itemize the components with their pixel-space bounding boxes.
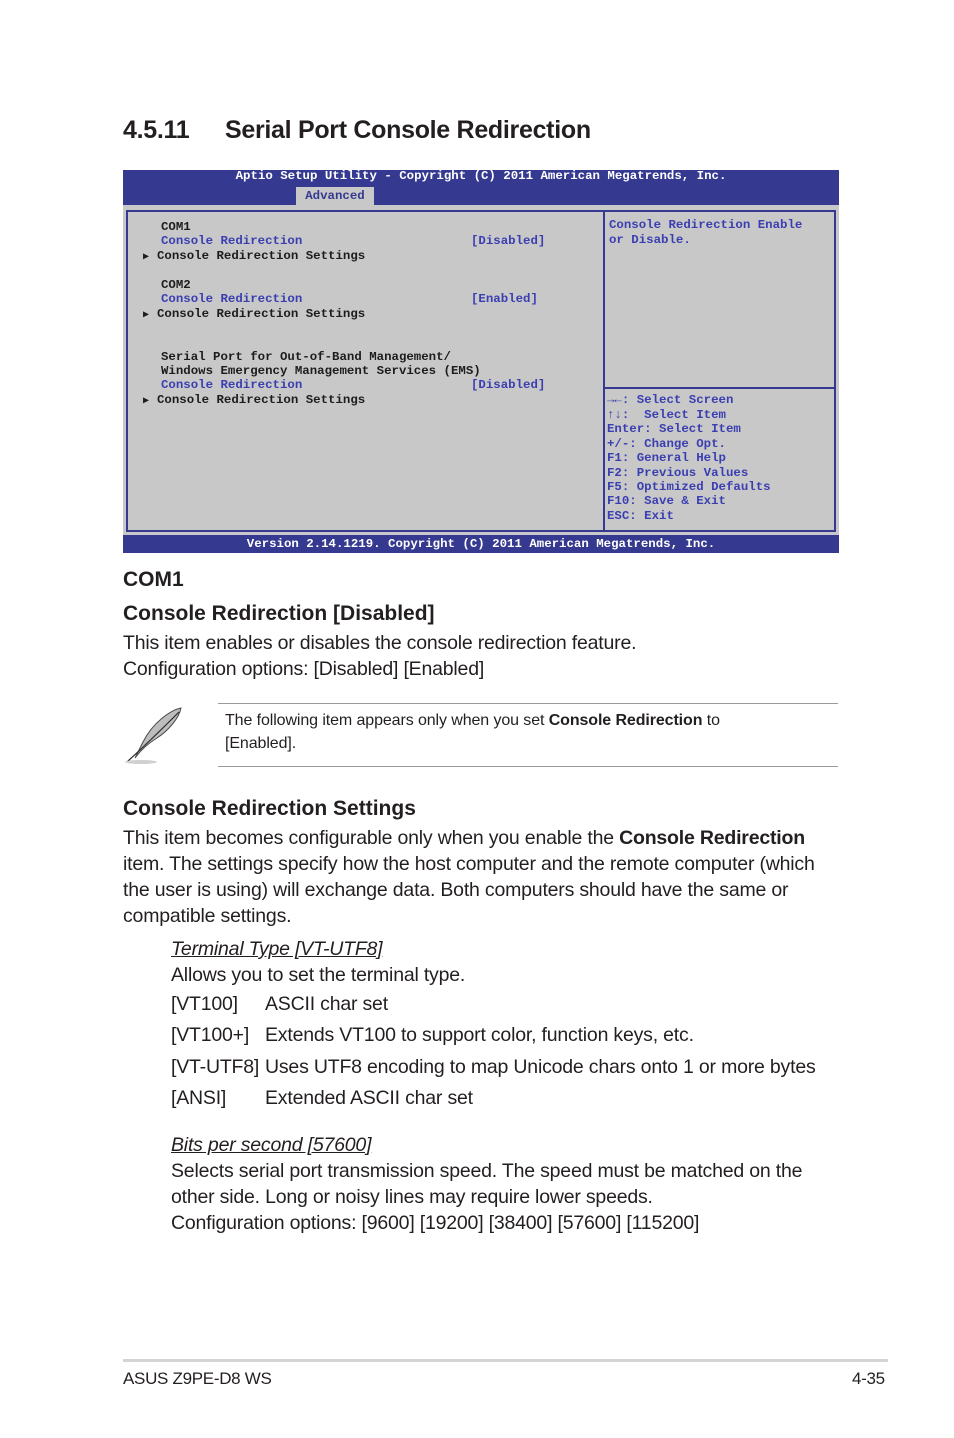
key-help-f5: F5: Optimized Defaults (607, 480, 771, 494)
note-text-line2: [Enabled]. (225, 735, 297, 752)
bios-header: Aptio Setup Utility - Copyright (C) 2011… (123, 170, 839, 205)
note-text-bold: Console Redirection (548, 712, 703, 729)
com1-desc-2: Configuration options: [Disabled] [Enabl… (123, 658, 485, 680)
option-desc: Extends VT100 to support color, function… (265, 1024, 694, 1046)
feather-pen-icon (123, 704, 189, 766)
note-text: The following item appears only when you… (225, 709, 720, 755)
key-help-f2: F2: Previous Values (607, 466, 749, 480)
crs-heading: Console Redirection Settings (123, 797, 416, 820)
bios-option-value[interactable]: [Disabled] (471, 234, 545, 249)
key-help-change-opt: +/-: Change Opt. (607, 437, 726, 451)
key-help-select-item: ↑↓: Select Item (607, 408, 726, 422)
crs-text: the user is using) will exchange data. B… (123, 879, 789, 901)
bios-help-panel: Console Redirection Enable or Disable. →… (603, 210, 836, 532)
option-desc: Uses UTF8 encoding to map Unicode chars … (265, 1056, 816, 1078)
bios-header-title: Aptio Setup Utility - Copyright (C) 2011… (235, 169, 727, 183)
bios-option-com1-console-redirection[interactable]: Console Redirection (161, 234, 302, 249)
bios-footer: Version 2.14.1219. Copyright (C) 2011 Am… (123, 535, 839, 553)
key-help-enter: Enter: Select Item (607, 422, 741, 436)
bios-option-com2-console-redirection[interactable]: Console Redirection (161, 292, 302, 307)
option-key: [VT100+] (171, 1024, 250, 1046)
bios-main-panel: COM1 Console Redirection [Disabled] ▶ Con… (126, 210, 606, 532)
crs-text: This item becomes configurable only when… (123, 827, 620, 849)
option-desc: Extended ASCII char set (265, 1087, 473, 1109)
bios-submenu-com2-settings[interactable]: ▶ Console Redirection Settings (143, 307, 365, 324)
key-help-f1: F1: General Help (607, 451, 726, 465)
bios-option-ems-console-redirection[interactable]: Console Redirection (161, 378, 302, 393)
bios-heading-ems-line2: Windows Emergency Management Services (E… (161, 364, 481, 378)
bps-line-3: Configuration options: [9600] [19200] [3… (171, 1212, 700, 1234)
option-key: [VT100] (171, 993, 238, 1015)
option-key: [VT-UTF8] (171, 1056, 260, 1078)
bios-heading-ems-line1: Serial Port for Out-of-Band Management/ (161, 350, 451, 364)
bps-title: Bits per second [57600] (171, 1134, 372, 1156)
bps-line-1: Selects serial port transmission speed. … (171, 1160, 803, 1182)
terminal-option-row: [ANSI] Extended ASCII char set (171, 1087, 473, 1110)
tab-advanced[interactable]: Advanced (296, 187, 374, 205)
com1-desc-1: This item enables or disables the consol… (123, 632, 637, 654)
footer-product: ASUS Z9PE-D8 WS (123, 1369, 272, 1388)
terminal-type-desc: Allows you to set the terminal type. (171, 964, 466, 986)
crs-paragraph: This item becomes configurable only when… (123, 825, 843, 929)
bios-screenshot: Aptio Setup Utility - Copyright (C) 2011… (123, 170, 839, 553)
help-divider (605, 387, 834, 389)
option-key: [ANSI] (171, 1087, 227, 1109)
crs-text: compatible settings. (123, 905, 292, 927)
submenu-arrow-icon: ▶ (143, 396, 150, 407)
bios-submenu-label: Console Redirection Settings (157, 249, 366, 263)
section-title-text: Serial Port Console Redirection (225, 116, 591, 144)
com1-heading: COM1 (123, 568, 184, 591)
terminal-option-row: [VT100+] Extends VT100 to support color, … (171, 1024, 694, 1047)
note-top-rule (218, 703, 838, 704)
section-number: 4.5.11 (123, 116, 190, 144)
bios-submenu-label: Console Redirection Settings (157, 393, 366, 407)
com1-subheading: Console Redirection [Disabled] (123, 602, 435, 625)
crs-text-bold: Console Redirection (619, 827, 805, 849)
bios-option-value[interactable]: [Enabled] (471, 292, 538, 307)
section-title: 4.5.11 Serial Port Console Redirection (123, 116, 591, 145)
help-text-line: Console Redirection Enable (609, 218, 803, 232)
key-help-f10: F10: Save & Exit (607, 494, 726, 508)
bios-heading-com2: COM2 (161, 278, 191, 292)
bios-submenu-label: Console Redirection Settings (157, 307, 366, 321)
key-help-select-screen: →←: Select Screen (607, 393, 734, 407)
bios-submenu-ems-settings[interactable]: ▶ Console Redirection Settings (143, 393, 365, 410)
terminal-type-title: Terminal Type [VT-UTF8] (171, 938, 383, 960)
key-help-esc: ESC: Exit (607, 509, 674, 523)
note-text-part: to (702, 712, 720, 729)
crs-text: item. The settings specify how the host … (123, 853, 815, 875)
footer-rule (123, 1359, 888, 1362)
submenu-arrow-icon: ▶ (143, 310, 150, 321)
terminal-option-row: [VT-UTF8] Uses UTF8 encoding to map Unico… (171, 1056, 816, 1079)
bps-line-2: other side. Long or noisy lines may requ… (171, 1186, 653, 1208)
footer-page-number: 4-35 (852, 1369, 885, 1388)
option-desc: ASCII char set (265, 993, 388, 1015)
note-bottom-rule (218, 766, 838, 767)
note-text-part: The following item appears only when you… (225, 712, 549, 729)
terminal-option-row: [VT100] ASCII char set (171, 993, 388, 1016)
bios-heading-com1: COM1 (161, 220, 191, 234)
bios-option-value[interactable]: [Disabled] (471, 378, 545, 393)
bios-submenu-com1-settings[interactable]: ▶ Console Redirection Settings (143, 249, 365, 266)
submenu-arrow-icon: ▶ (143, 252, 150, 263)
help-text-line: or Disable. (609, 233, 691, 247)
